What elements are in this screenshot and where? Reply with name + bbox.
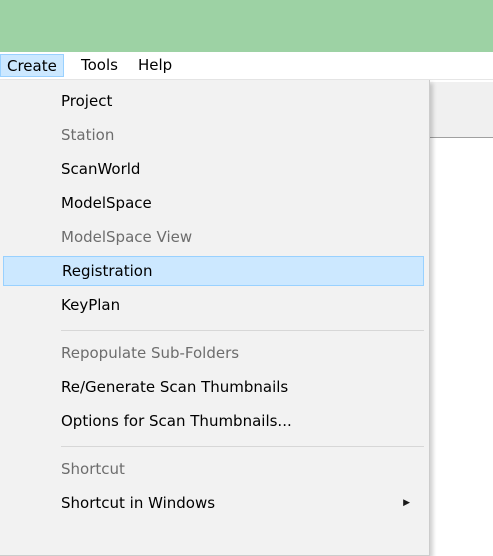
menu-item-scanworld[interactable]: ScanWorld xyxy=(3,154,424,184)
menu-separator xyxy=(61,330,424,331)
triangle-right-icon: ▶ xyxy=(403,498,410,508)
create-dropdown-menu: Project Station ScanWorld ModelSpace Mod… xyxy=(0,80,430,556)
menu-help[interactable]: Help xyxy=(132,54,178,77)
menu-item-modelspace-view: ModelSpace View xyxy=(61,228,193,246)
menu-item-label: Shortcut in Windows xyxy=(61,494,216,512)
menu-item-registration[interactable]: Registration xyxy=(3,256,424,286)
menu-item-station: Station xyxy=(61,126,115,144)
menu-item-project[interactable]: Project xyxy=(3,86,424,116)
toolbar-area xyxy=(428,82,493,138)
menu-item-shortcut-in-windows[interactable]: Shortcut in Windows ▶ xyxy=(3,488,424,518)
menu-item-options-scan-thumbnails[interactable]: Options for Scan Thumbnails... xyxy=(3,406,424,436)
menu-item-modelspace[interactable]: ModelSpace xyxy=(3,188,424,218)
menu-separator xyxy=(61,446,424,447)
menu-item-regenerate-scan-thumbnails[interactable]: Re/Generate Scan Thumbnails xyxy=(3,372,424,402)
menu-item-repopulate-sub-folders: Repopulate Sub-Folders xyxy=(61,344,240,362)
menu-item-shortcut: Shortcut xyxy=(61,460,125,478)
menu-item-keyplan[interactable]: KeyPlan xyxy=(3,290,424,320)
title-bar xyxy=(0,0,493,52)
menu-tools[interactable]: Tools xyxy=(75,54,124,77)
menu-create[interactable]: Create xyxy=(0,54,64,77)
menu-bar: Create Tools Help xyxy=(0,52,493,80)
